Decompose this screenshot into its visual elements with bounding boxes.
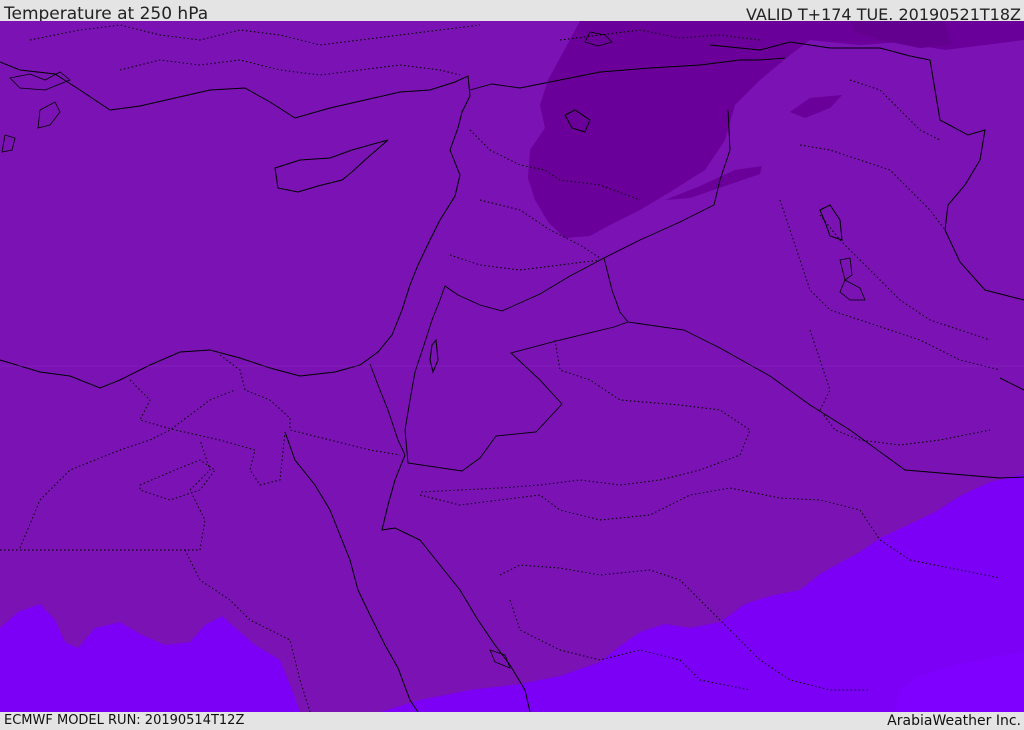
temperature-map[interactable]: [0, 21, 1024, 712]
credit-label: ArabiaWeather Inc.: [887, 713, 1021, 729]
model-run-label: ECMWF MODEL RUN: 20190514T12Z: [4, 713, 245, 728]
header-bar: Temperature at 250 hPa VALID T+174 TUE. …: [0, 0, 1024, 24]
footer-bar: ECMWF MODEL RUN: 20190514T12Z ArabiaWeat…: [0, 712, 1024, 729]
